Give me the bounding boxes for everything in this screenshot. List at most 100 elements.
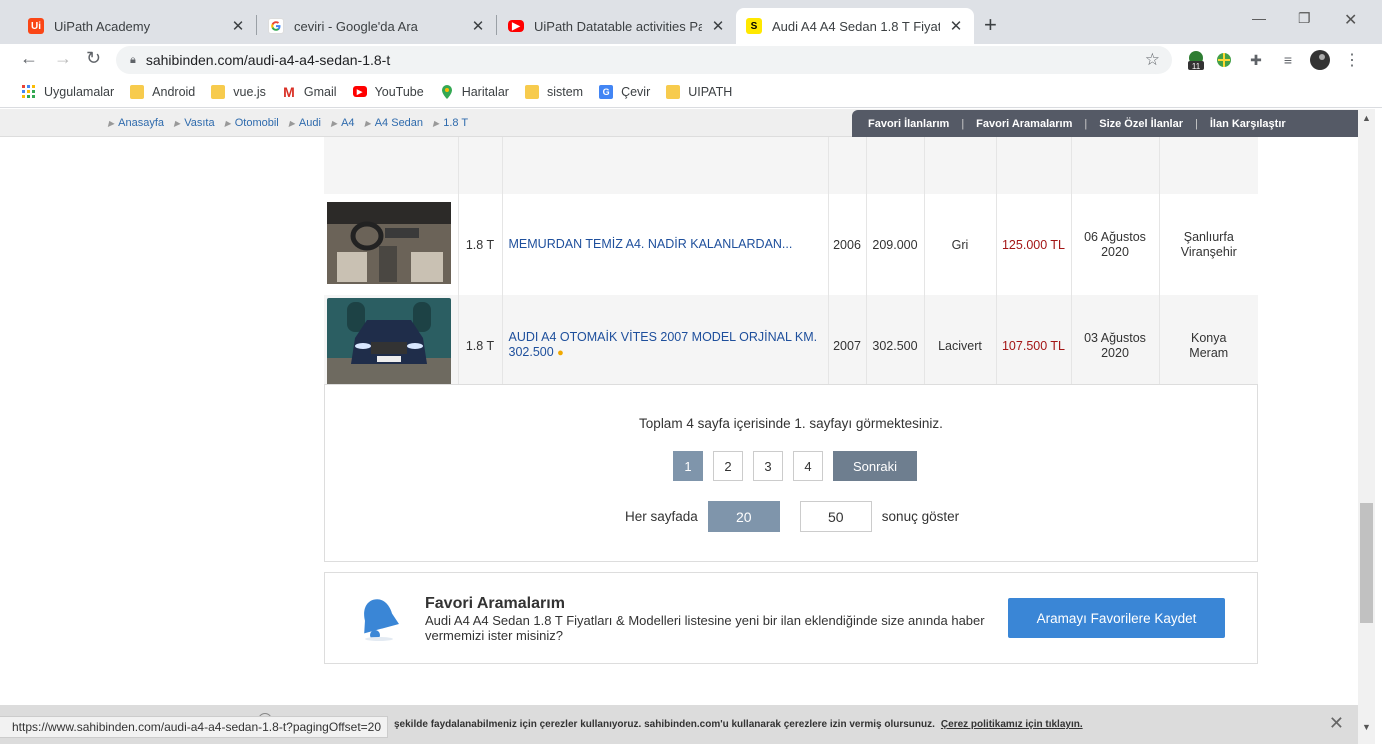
tab-title: UiPath Datatable activities Part 1 [534,18,702,34]
fav-search-title: Favori Aramalarım [425,595,565,612]
window-close-icon[interactable]: ✕ [1344,10,1357,30]
close-icon[interactable]: ✕ [230,17,246,35]
extensions-puzzle-icon[interactable]: ✚ [1246,50,1266,70]
breadcrumb-item[interactable]: ▶ Otomobil [225,117,279,129]
listing-price: 125.000 TL [996,194,1072,295]
menu-favori-ilanlarim[interactable]: Favori İlanlarım [868,118,949,130]
bookmark-maps[interactable]: Haritalar [440,84,509,99]
menu-ilan-karsilastir[interactable]: İlan Karşılaştır [1210,118,1286,130]
listing-date: 03 Ağustos 2020 [1071,295,1160,396]
page-1-button[interactable]: 1 [673,451,703,481]
map-pin-icon [440,84,454,99]
page-4-button[interactable]: 4 [793,451,823,481]
bell-icon [364,599,399,641]
page-3-button[interactable]: 3 [753,451,783,481]
listing-date: 06 Ağustos 2020 [1071,194,1160,295]
bookmark-translate[interactable]: G Çevir [599,84,651,99]
listing-price: 107.500 TL [996,295,1072,396]
apps-grid-icon [22,84,36,99]
top-user-menu: Favori İlanlarım | Favori Aramalarım | S… [852,110,1358,137]
close-icon[interactable]: ✕ [710,17,726,35]
bulb-icon: ● [557,347,564,359]
svg-text:11: 11 [1192,62,1201,70]
tab-title: ceviri - Google'da Ara [294,18,418,34]
bookmark-label: UIPATH [688,84,733,99]
breadcrumb-item[interactable]: ▶ Anasayfa [108,117,164,129]
scrollbar-thumb[interactable] [1360,503,1373,623]
bookmark-gmail[interactable]: M Gmail [282,83,337,100]
per-page-label: Her sayfada [625,509,698,524]
menu-kebab-icon[interactable]: ⋮ [1342,50,1362,70]
breadcrumb-bar: ▶ Anasayfa ▶ Vasıta ▶ Otomobil ▶ Audi ▶ A4 ▶ A… [0,109,1358,137]
bookmark-uipath[interactable]: UIPATH [666,84,733,99]
page-content: 1.8 T MEMURDAN TEMİZ A4. NADİR KALANLARD… [0,109,1358,744]
lock-icon: 🔒︎ [130,53,136,66]
forward-icon[interactable]: → [54,48,72,69]
bookmark-apps[interactable]: Uygulamalar [22,84,115,99]
breadcrumb-item[interactable]: ▶ A4 Sedan [365,117,423,129]
minimize-icon[interactable]: — [1252,10,1266,26]
close-icon[interactable]: ✕ [470,17,486,35]
listing-color: Lacivert [924,295,997,396]
next-page-button[interactable]: Sonraki [833,451,917,481]
bookmarks-bar: Uygulamalar Android vue.js M Gmail ▶ YouTu… [0,76,1382,108]
media-queue-icon[interactable]: ≡ [1278,50,1298,70]
car-thumbnail[interactable] [327,298,451,390]
bookmark-label: vue.js [233,84,266,99]
page-2-button[interactable]: 2 [713,451,743,481]
gmail-icon: M [283,83,295,100]
back-icon[interactable]: ← [20,48,38,69]
breadcrumb: ▶ Anasayfa ▶ Vasıta ▶ Otomobil ▶ Audi ▶ A4 ▶ A… [108,117,478,129]
bookmark-vuejs[interactable]: vue.js [211,84,266,99]
address-bar[interactable]: 🔒︎ sahibinden.com/audi-a4-a4-sedan-1.8-t… [116,46,1172,74]
scroll-down-icon[interactable]: ▼ [1362,722,1371,732]
tab-uipath-academy[interactable]: Ui UiPath Academy ✕ [18,8,256,44]
close-icon[interactable]: ✕ [1329,713,1344,734]
bookmark-youtube[interactable]: ▶ YouTube [352,85,424,99]
youtube-icon: ▶ [508,20,524,32]
listing-title-link[interactable]: MEMURDAN TEMİZ A4. NADİR KALANLARDAN... [502,194,829,295]
bookmark-label: Android [152,84,196,99]
listing-color: Gri [924,194,997,295]
cookie-message: şekilde faydalanabilmeniz için çerezler … [394,719,1083,730]
table-row[interactable]: 1.8 T MEMURDAN TEMİZ A4. NADİR KALANLARD… [324,194,1258,295]
pagination: 1 2 3 4 Sonraki [673,451,917,481]
table-row[interactable]: 1.8 T AUDI A4 OTOMAİK VİTES 2007 MODEL O… [324,295,1258,396]
paging-info: Toplam 4 sayfa içerisinde 1. sayfayı gör… [639,416,943,431]
bookmark-label: Çevir [621,84,651,99]
tab-google-search[interactable]: ceviri - Google'da Ara ✕ [258,8,496,44]
pagination-panel: Toplam 4 sayfa içerisinde 1. sayfayı gör… [324,384,1258,562]
profile-avatar[interactable] [1310,50,1330,70]
tab-title: UiPath Academy [54,18,151,34]
save-search-button[interactable]: Aramayı Favorilere Kaydet [1008,598,1225,638]
breadcrumb-item[interactable]: ▶ Vasıta [174,117,215,129]
breadcrumb-item[interactable]: ▶ A4 [331,117,355,129]
restore-icon[interactable]: ❐ [1298,10,1311,27]
bookmark-android[interactable]: Android [130,84,196,99]
car-thumbnail[interactable] [327,197,451,289]
page-scrollbar[interactable]: ▲ ▼ [1358,109,1375,744]
scroll-up-icon[interactable]: ▲ [1362,113,1371,123]
google-icon [268,18,284,34]
extension-globe-icon[interactable] [1214,50,1234,70]
tab-sahibinden-audi[interactable]: S Audi A4 A4 Sedan 1.8 T Fiyatları & ✕ [736,8,974,44]
new-tab-button[interactable]: + [984,12,997,38]
bookmark-label: Haritalar [461,84,509,99]
menu-size-ozel-ilanlar[interactable]: Size Özel İlanlar [1099,118,1183,130]
reload-icon[interactable]: ↻ [86,48,101,69]
cookie-policy-link[interactable]: Çerez politikamız için tıklayın. [941,719,1083,730]
close-icon[interactable]: ✕ [948,17,964,35]
youtube-icon: ▶ [352,86,367,97]
folder-icon [524,84,539,99]
listing-title-link[interactable]: AUDI A4 OTOMAİK VİTES 2007 MODEL ORJİNAL… [502,295,829,396]
extension-shield-icon[interactable]: 11 [1186,50,1206,70]
tab-youtube-uipath[interactable]: ▶ UiPath Datatable activities Part 1 ✕ [498,8,736,44]
breadcrumb-item[interactable]: ▶ Audi [289,117,321,129]
bookmark-sistem[interactable]: sistem [524,84,583,99]
per-page-50-button[interactable]: 50 [799,501,872,532]
menu-favori-aramalarim[interactable]: Favori Aramalarım [976,118,1072,130]
bookmark-label: Uygulamalar [44,84,115,99]
bookmark-star-icon[interactable]: ☆ [1145,50,1160,70]
breadcrumb-item[interactable]: ▶ 1.8 T [433,117,468,129]
per-page-20-button[interactable]: 20 [707,501,780,532]
